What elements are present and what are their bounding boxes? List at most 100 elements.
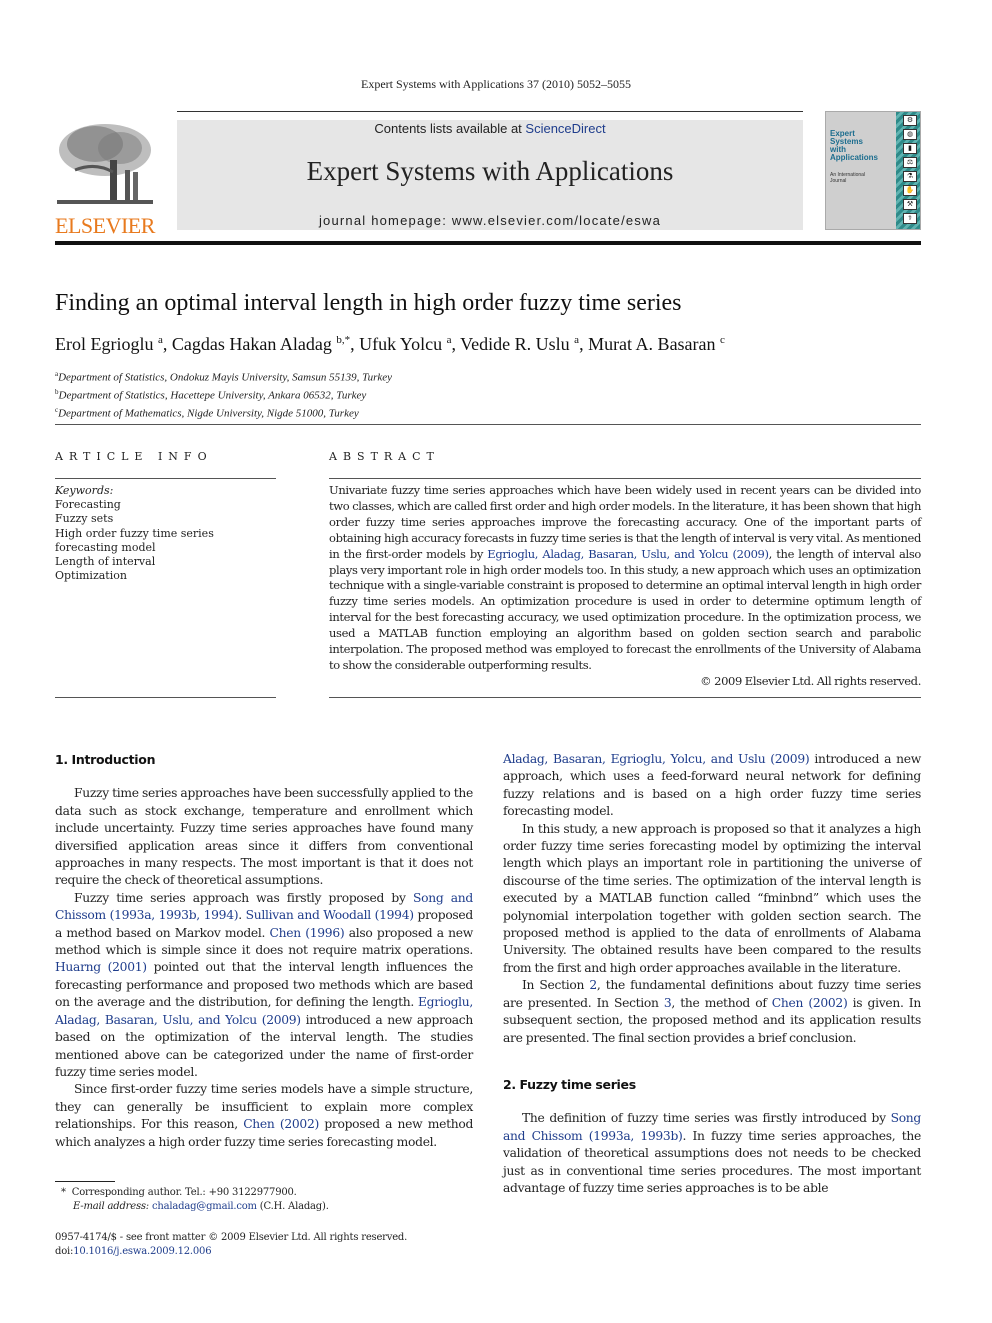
affiliation: bDepartment of Statistics, Hacettepe Uni… — [55, 385, 392, 403]
body-paragraph: In this study, a new approach is propose… — [503, 821, 921, 975]
section-heading: 1. Introduction — [55, 752, 156, 767]
body-paragraph: Aladag, Basaran, Egrioglu, Yolcu, and Us… — [503, 751, 921, 821]
text-run: Fuzzy time series approach was firstly p… — [74, 890, 413, 905]
article-info-label: ARTICLE INFO — [55, 450, 213, 463]
affiliation-text: Department of Statistics, Hacettepe Univ… — [58, 389, 367, 402]
running-head: Expert Systems with Applications 37 (201… — [361, 77, 631, 91]
keyword: Length of interval — [55, 555, 156, 569]
body-paragraph: Fuzzy time series approach was firstly p… — [55, 890, 473, 1081]
sciencedirect-link[interactable]: ScienceDirect — [525, 121, 605, 136]
journal-title: Expert Systems with Applications — [306, 156, 674, 186]
affiliation: aDepartment of Statistics, Ondokuz Mayis… — [55, 367, 392, 385]
affiliation: cDepartment of Mathematics, Nigde Univer… — [55, 403, 392, 421]
elsevier-wordmark: ELSEVIER — [55, 213, 155, 238]
abstract-label: ABSTRACT — [329, 450, 440, 463]
cover-title-line: Applications — [830, 153, 879, 162]
cover-gear-icon: ⚙ — [903, 115, 917, 126]
author[interactable]: Ufuk Yolcu a — [359, 334, 451, 354]
keywords-block: Keywords: Forecasting Fuzzy sets High or… — [55, 484, 280, 583]
article-info-rule — [55, 478, 276, 479]
abstract-copyright: © 2009 Elsevier Ltd. All rights reserved… — [700, 673, 921, 688]
author-list: Erol Egrioglu a, Cagdas Hakan Aladag b,*… — [55, 334, 725, 355]
citation-link[interactable]: Huarng (2001) — [55, 960, 147, 974]
cover-title: Expert Systems with Applications — [830, 130, 878, 162]
email-link[interactable]: chaladag@gmail.com — [152, 1201, 257, 1212]
author-separator: , — [350, 334, 360, 354]
author-name: Erol Egrioglu — [55, 334, 154, 354]
abstract-text-run: , the length of interval also plays very… — [329, 546, 921, 672]
author-name: Cagdas Hakan Aladag — [171, 334, 332, 354]
citation-link[interactable]: Chen (1996) — [270, 926, 345, 940]
footnote-rule — [55, 1181, 115, 1182]
affiliations-rule — [55, 424, 921, 425]
author[interactable]: Cagdas Hakan Aladag b,* — [172, 334, 350, 354]
text-run: In Section — [522, 978, 590, 993]
affiliation-text: Department of Mathematics, Nigde Univers… — [58, 407, 359, 420]
body-paragraph: Fuzzy time series approaches have been s… — [55, 786, 473, 888]
keyword: Forecasting — [55, 498, 121, 512]
journal-banner: Contents lists available at ScienceDirec… — [177, 120, 803, 230]
abstract-text: Univariate fuzzy time series approaches … — [329, 483, 921, 690]
body-column-left: 1. Introduction Fuzzy time series approa… — [55, 751, 473, 1151]
author-separator: , — [162, 334, 172, 354]
cover-bar-chart-icon: ▮ — [903, 143, 917, 154]
doi-link[interactable]: 10.1016/j.eswa.2009.12.006 — [73, 1246, 211, 1257]
citation-link[interactable]: Chen (2002) — [772, 996, 848, 1010]
body-paragraph: In Section 2, the fundamental definition… — [503, 977, 921, 1047]
author-name: Vedide R. Uslu — [460, 334, 570, 354]
cover-globe-icon: ◍ — [903, 129, 917, 140]
imprint: 0957-4174/$ - see front matter © 2009 El… — [55, 1231, 407, 1259]
author[interactable]: Erol Egrioglu a — [55, 334, 163, 354]
elsevier-tree-icon — [55, 120, 155, 210]
body-paragraph: The definition of fuzzy time series was … — [503, 1110, 921, 1197]
body-paragraph: Since first-order fuzzy time series mode… — [55, 1081, 473, 1151]
keyword: Fuzzy sets — [55, 512, 114, 526]
cover-subtitle-line: Journal — [830, 178, 847, 184]
cover-hand-icon: ✋ — [903, 185, 917, 196]
citation-link[interactable]: Egrioglu, Aladag, Basaran, Uslu, and Yol… — [487, 547, 769, 561]
abstract-bottom-rule — [329, 697, 921, 698]
affiliation-text: Department of Statistics, Ondokuz Mayis … — [58, 371, 393, 384]
keyword: High order fuzzy time series forecasting… — [55, 526, 214, 554]
abstract-paragraph: Univariate fuzzy time series approaches … — [329, 483, 921, 674]
footnote-text: Corresponding author. Tel.: +90 31229779… — [71, 1187, 297, 1198]
citation-link[interactable]: Aladag, Basaran, Egrioglu, Yolcu, and Us… — [503, 752, 810, 766]
author-name: Murat A. Basaran — [588, 334, 716, 354]
citation-link[interactable]: Sullivan and Woodall (1994) — [246, 908, 414, 922]
footnote-line: * Corresponding author. Tel.: +90 312297… — [55, 1186, 329, 1200]
section-link[interactable]: 2 — [589, 978, 597, 992]
doi-line: doi:10.1016/j.eswa.2009.12.006 — [55, 1245, 407, 1259]
cover-caduceus-icon: ⚕ — [903, 213, 917, 224]
doi-label: doi: — [55, 1246, 74, 1257]
contents-prefix: Contents lists available at — [374, 121, 526, 136]
elsevier-logo[interactable]: ELSEVIER — [55, 120, 155, 237]
keyword: Optimization — [55, 569, 127, 583]
footnote-marker: * — [60, 1187, 66, 1198]
abstract-rule — [329, 478, 921, 479]
masthead-rule — [55, 241, 921, 245]
author-separator: , — [579, 334, 589, 354]
journal-homepage[interactable]: journal homepage: www.elsevier.com/locat… — [177, 213, 803, 228]
text-run: The definition of fuzzy time series was … — [522, 1111, 891, 1126]
journal-cover-thumbnail[interactable]: Expert Systems with Applications An Inte… — [825, 111, 921, 230]
text-run: . — [238, 908, 246, 923]
author[interactable]: Murat A. Basaran c — [588, 334, 725, 354]
cover-tool-icon: ⚒ — [903, 199, 917, 210]
keywords-label: Keywords: — [55, 484, 114, 497]
header-rule — [177, 111, 803, 112]
article-info-bottom-rule — [55, 697, 276, 698]
body-column-right: Aladag, Basaran, Egrioglu, Yolcu, and Us… — [503, 751, 921, 1197]
contents-line: Contents lists available at ScienceDirec… — [177, 121, 803, 136]
email-suffix: (C.H. Aladag). — [256, 1201, 329, 1212]
footnote: * Corresponding author. Tel.: +90 312297… — [55, 1186, 329, 1214]
citation-link[interactable]: Chen (2002) — [243, 1117, 319, 1131]
cover-microscope-icon: ⚗ — [903, 171, 917, 182]
author-name: Ufuk Yolcu — [359, 334, 443, 354]
cover-scale-icon: ⚖ — [903, 157, 917, 168]
author-affil-sup: b,* — [336, 334, 351, 346]
footnote-email-line: E-mail address: chaladag@gmail.com (C.H.… — [55, 1200, 329, 1214]
section-heading: 2. Fuzzy time series — [503, 1076, 636, 1092]
text-run: , the method of — [671, 995, 772, 1010]
author[interactable]: Vedide R. Uslu a — [460, 334, 579, 354]
article-title: Finding an optimal interval length in hi… — [55, 290, 682, 316]
